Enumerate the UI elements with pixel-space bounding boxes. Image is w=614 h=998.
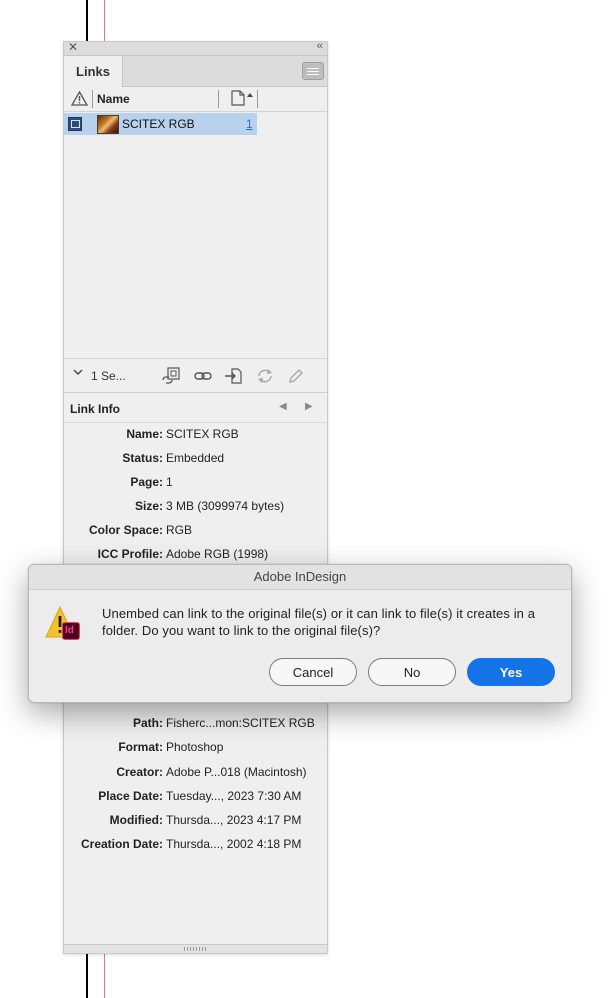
- info-row-place-date: Place Date: Tuesday..., 2023 7:30 AM: [64, 789, 329, 809]
- info-value: Adobe RGB (1998): [166, 547, 269, 561]
- close-icon[interactable]: ✕: [68, 40, 78, 54]
- link-thumbnail: [97, 115, 119, 134]
- link-info-header: Link Info ◀ ▶: [64, 395, 327, 423]
- links-toolbar: 1 Se...: [64, 358, 327, 393]
- info-value: Thursda..., 2023 4:17 PM: [166, 813, 302, 827]
- indesign-badge-text: Id: [65, 625, 74, 636]
- info-row-path: Path: Fisherc...mon:SCITEX RGB: [64, 716, 329, 736]
- collapse-icon[interactable]: ‹‹: [317, 40, 323, 52]
- info-row-size: Size: 3 MB (3099974 bytes): [64, 499, 329, 519]
- panel-tab-bar: Links: [64, 56, 327, 87]
- info-label: Format:: [118, 740, 163, 754]
- no-button[interactable]: No: [368, 658, 456, 686]
- update-link-icon[interactable]: [255, 367, 275, 385]
- info-label: Creation Date:: [80, 837, 163, 851]
- info-value: Embedded: [166, 451, 225, 465]
- link-row[interactable]: SCITEX RGB 1: [64, 113, 257, 135]
- info-row-format: Format: Photoshop: [64, 740, 329, 760]
- info-row-creator: Creator: Adobe P...018 (Macintosh): [64, 765, 329, 785]
- resize-grip-icon[interactable]: [184, 947, 206, 951]
- page-edge-line-bottom: [86, 954, 88, 998]
- edit-original-icon[interactable]: [286, 367, 306, 385]
- previous-link-icon[interactable]: ◀: [279, 401, 287, 412]
- info-label: Name:: [126, 427, 163, 441]
- panel-top-bar: ✕ ‹‹: [64, 40, 327, 56]
- info-row-name: Name: SCITEX RGB: [64, 427, 329, 447]
- info-value: RGB: [166, 523, 193, 537]
- link-page-number[interactable]: 1: [246, 117, 253, 131]
- cancel-button[interactable]: Cancel: [269, 658, 357, 686]
- column-name[interactable]: Name: [97, 92, 130, 106]
- link-info-title: Link Info: [70, 402, 120, 416]
- indesign-app-icon: Id: [62, 622, 80, 640]
- info-label: Modified:: [109, 813, 163, 827]
- info-value: Tuesday..., 2023 7:30 AM: [166, 789, 302, 803]
- dialog-message: Unembed can link to the original file(s)…: [102, 606, 536, 638]
- info-label: Place Date:: [98, 789, 163, 803]
- tab-links[interactable]: Links: [64, 56, 123, 87]
- column-divider[interactable]: [92, 90, 93, 108]
- margin-guide-bottom: [104, 954, 105, 998]
- link-name: SCITEX RGB: [122, 117, 195, 131]
- info-row-status: Status: Embedded: [64, 451, 329, 471]
- info-row-page: Page: 1: [64, 475, 329, 495]
- info-label: Creator:: [116, 765, 163, 779]
- info-value: SCITEX RGB: [166, 427, 239, 441]
- info-value: Thursda..., 2002 4:18 PM: [166, 837, 302, 851]
- info-label: Status:: [122, 451, 163, 465]
- relink-icon[interactable]: [193, 367, 213, 385]
- info-value: Photoshop: [166, 740, 224, 754]
- yes-button[interactable]: Yes: [467, 658, 555, 686]
- info-label: Size:: [134, 499, 163, 513]
- info-value: Adobe P...018 (Macintosh): [166, 765, 307, 779]
- alert-dialog: Adobe InDesign Id Unembed can link to th…: [28, 564, 572, 703]
- info-value: 3 MB (3099974 bytes): [166, 499, 285, 513]
- panel-menu-icon[interactable]: [302, 62, 324, 80]
- selection-status: 1 Se...: [91, 369, 126, 383]
- page-edge-line-top: [86, 0, 88, 41]
- relink-from-cc-icon[interactable]: [161, 367, 181, 385]
- links-column-header: Name: [64, 87, 327, 112]
- info-label: Page:: [130, 475, 163, 489]
- info-label: ICC Profile:: [97, 547, 163, 561]
- info-row-creation-date: Creation Date: Thursda..., 2002 4:18 PM: [64, 837, 329, 857]
- chevron-down-icon[interactable]: [73, 367, 83, 379]
- info-value: Fisherc...mon:SCITEX RGB: [166, 716, 315, 730]
- embedded-link-icon: [68, 117, 82, 131]
- info-label: Path:: [133, 716, 163, 730]
- info-value: 1: [166, 475, 173, 489]
- goto-link-icon[interactable]: [224, 367, 244, 385]
- warning-column-icon[interactable]: [70, 90, 89, 109]
- column-divider[interactable]: [218, 90, 219, 108]
- info-label: Color Space:: [88, 523, 163, 537]
- dialog-title: Adobe InDesign: [29, 565, 571, 590]
- next-link-icon[interactable]: ▶: [305, 401, 313, 412]
- page-column-icon[interactable]: [231, 90, 259, 111]
- panel-resize-bar[interactable]: [64, 944, 327, 953]
- links-panel: ✕ ‹‹ Links Name SCITEX RGB 1 1 Se... Lin…: [63, 40, 329, 954]
- info-row-color-space: Color Space: RGB: [64, 523, 329, 543]
- margin-guide-top: [104, 0, 105, 41]
- info-row-modified: Modified: Thursda..., 2023 4:17 PM: [64, 813, 329, 833]
